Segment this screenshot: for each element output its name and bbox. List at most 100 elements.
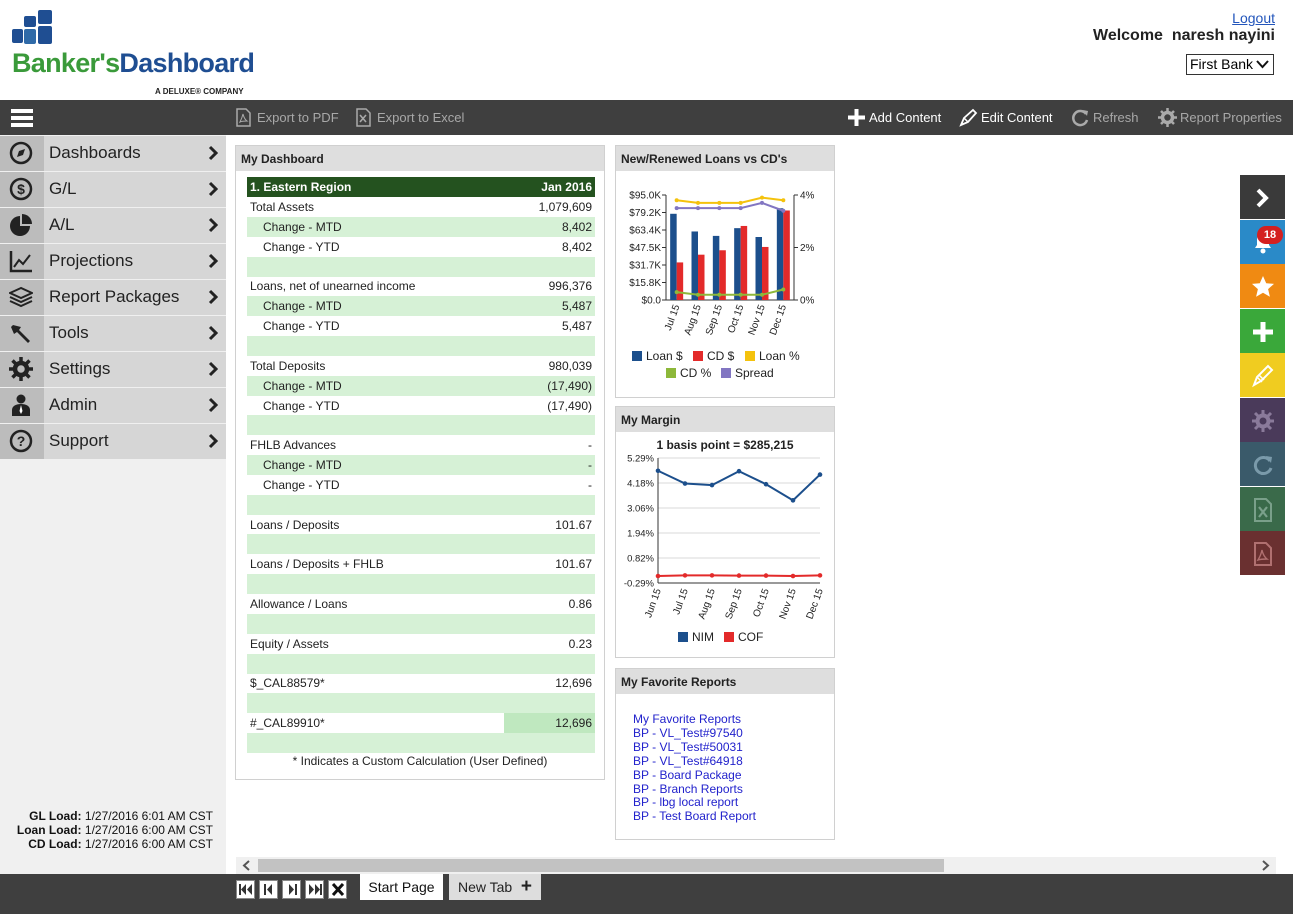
logout-link[interactable]: Logout: [1232, 10, 1275, 26]
my-margin-chart: 5.29% 4.18% 3.06% 1.94% 0.82% -0.29%Jun 15 Jul…: [624, 454, 826, 621]
y-tick-label: 3.06%: [627, 504, 654, 515]
series-line-spread: [676, 201, 784, 212]
previous-tab-button[interactable]: [259, 880, 278, 899]
scroll-right-icon[interactable]: [1262, 860, 1270, 871]
table-row: Loans / Deposits + FHLB 101.67: [247, 554, 595, 574]
sidebar-item-tools[interactable]: Tools: [0, 316, 226, 351]
line-chart-icon: [0, 244, 44, 279]
add-button[interactable]: [1240, 308, 1285, 353]
data-point: [781, 198, 786, 203]
tab-new-tab[interactable]: New Tab +: [449, 874, 541, 900]
pencil-icon: [1252, 364, 1274, 388]
favorite-report-link[interactable]: BP - lbg local report: [633, 795, 738, 809]
close-tab-button[interactable]: [328, 880, 347, 899]
row-label: Change - YTD: [263, 239, 340, 254]
first-tab-button[interactable]: [236, 880, 255, 899]
legend-swatch: [632, 351, 642, 361]
sidebar-item-settings[interactable]: Settings: [0, 352, 226, 387]
sidebar-item-projections[interactable]: Projections: [0, 244, 226, 279]
favorite-report-link[interactable]: BP - Board Package: [633, 768, 742, 782]
edit-content-button[interactable]: Edit Content: [959, 100, 1053, 135]
legend-label: Spread: [735, 366, 774, 380]
last-tab-button[interactable]: [305, 880, 324, 899]
settings-button[interactable]: [1240, 397, 1285, 442]
chevron-right-icon: [208, 289, 218, 305]
edit-button[interactable]: [1240, 353, 1285, 397]
add-content-button[interactable]: Add Content: [847, 100, 941, 135]
sidebar-item-a-l[interactable]: A/L: [0, 208, 226, 243]
refresh-icon: [1253, 456, 1273, 475]
horizontal-scrollbar[interactable]: [236, 857, 1276, 874]
sidebar-item-admin[interactable]: Admin: [0, 388, 226, 423]
last-icon: [309, 884, 322, 895]
expand-rail-button[interactable]: [1240, 175, 1285, 219]
legend-label: CD %: [680, 366, 712, 380]
load-status-row: CD Load: 1/27/2016 6:00 AM CST: [17, 837, 213, 851]
favorite-report-link[interactable]: BP - Branch Reports: [633, 782, 743, 796]
sidebar-item-report-packages[interactable]: Report Packages: [0, 280, 226, 315]
hamburger-menu-icon[interactable]: [11, 109, 33, 127]
bank-select[interactable]: First Bank: [1186, 54, 1274, 75]
y-tick-label: -0.29%: [624, 579, 655, 590]
data-point: [763, 573, 769, 578]
pdf-icon: [1254, 542, 1272, 566]
excel-button[interactable]: [1240, 486, 1285, 531]
export-excel-button[interactable]: Export to Excel: [355, 100, 464, 135]
loans-vs-cds-chart: $0.0 $15.8K $31.7K $47.5K $63.4K $79.2K $95.0K…: [629, 191, 815, 337]
table-row: Total Deposits 980,039: [247, 356, 595, 376]
chevron-right-icon: [208, 433, 218, 449]
custom-calc-footnote: * Indicates a Custom Calculation (User D…: [292, 754, 548, 768]
row-value: (17,490): [547, 398, 592, 413]
scroll-left-icon[interactable]: [242, 860, 250, 871]
y-right-tick-label: 0%: [800, 296, 815, 307]
export-pdf-button[interactable]: Export to PDF: [235, 100, 339, 135]
next-tab-button[interactable]: [282, 880, 301, 899]
gear-icon: [0, 352, 44, 387]
row-value: -: [588, 477, 592, 492]
row-value: -: [588, 458, 592, 473]
favorite-report-link[interactable]: BP - Test Board Report: [633, 809, 756, 823]
row-value: 1,079,609: [538, 200, 592, 214]
chevron-right-icon: [208, 397, 218, 413]
data-point: [790, 573, 796, 579]
chevron-down-icon: [1256, 60, 1269, 69]
x-tick-label: Dec 15: [805, 587, 826, 621]
legend-item: NIM: [678, 630, 714, 644]
legend-label: Loan $: [646, 349, 683, 363]
excel-icon: [356, 108, 371, 127]
x-tick-label: Oct 15: [726, 303, 747, 335]
bar-cd-: [783, 210, 790, 300]
sidebar-item-g-l[interactable]: $ G/L: [0, 172, 226, 207]
series-line-nim: [657, 469, 821, 502]
scrollbar-thumb[interactable]: [258, 859, 944, 872]
y-left-tick-label: $31.7K: [629, 261, 661, 272]
region-header: 1. Eastern Region Jan 2016: [247, 177, 595, 197]
row-value: 5,487: [561, 319, 592, 334]
toolbar: Export to PDF Export to Excel Add Conten…: [0, 100, 1293, 135]
report-properties-button[interactable]: Report Properties: [1158, 100, 1282, 135]
favorite-report-link[interactable]: My Favorite Reports: [633, 712, 741, 726]
tab-start-page[interactable]: Start Page: [360, 874, 443, 900]
plus-icon: [848, 109, 865, 126]
table-row: Change - YTD 5,487: [247, 316, 595, 336]
sidebar-item-support[interactable]: ? Support: [0, 424, 226, 459]
row-label: Change - MTD: [263, 458, 342, 473]
sidebar-item-label: Support: [49, 431, 109, 450]
row-label: Allowance / Loans: [250, 597, 348, 611]
table-row: Equity / Assets 0.23: [247, 634, 595, 654]
user-icon: [0, 388, 44, 423]
bar-loan-: [755, 237, 762, 300]
favorite-report-link[interactable]: BP - VL_Test#97540: [633, 726, 743, 740]
table-row: [247, 494, 595, 515]
sidebar-item-dashboards[interactable]: Dashboards: [0, 136, 226, 171]
favorite-report-link[interactable]: BP - VL_Test#50031: [633, 740, 743, 754]
favorite-report-link[interactable]: BP - VL_Test#64918: [633, 754, 743, 768]
refresh-button[interactable]: Refresh: [1071, 100, 1139, 135]
y-tick-label: 4.18%: [627, 479, 654, 490]
first-icon: [239, 884, 252, 895]
refresh-button[interactable]: [1240, 442, 1285, 486]
row-value: 5,487: [561, 299, 592, 314]
favorites-button[interactable]: [1240, 264, 1285, 308]
pdf-button[interactable]: [1240, 531, 1285, 575]
app-header: Banker'sDashboard A DELUXE® COMPANY Logo…: [0, 0, 1293, 100]
